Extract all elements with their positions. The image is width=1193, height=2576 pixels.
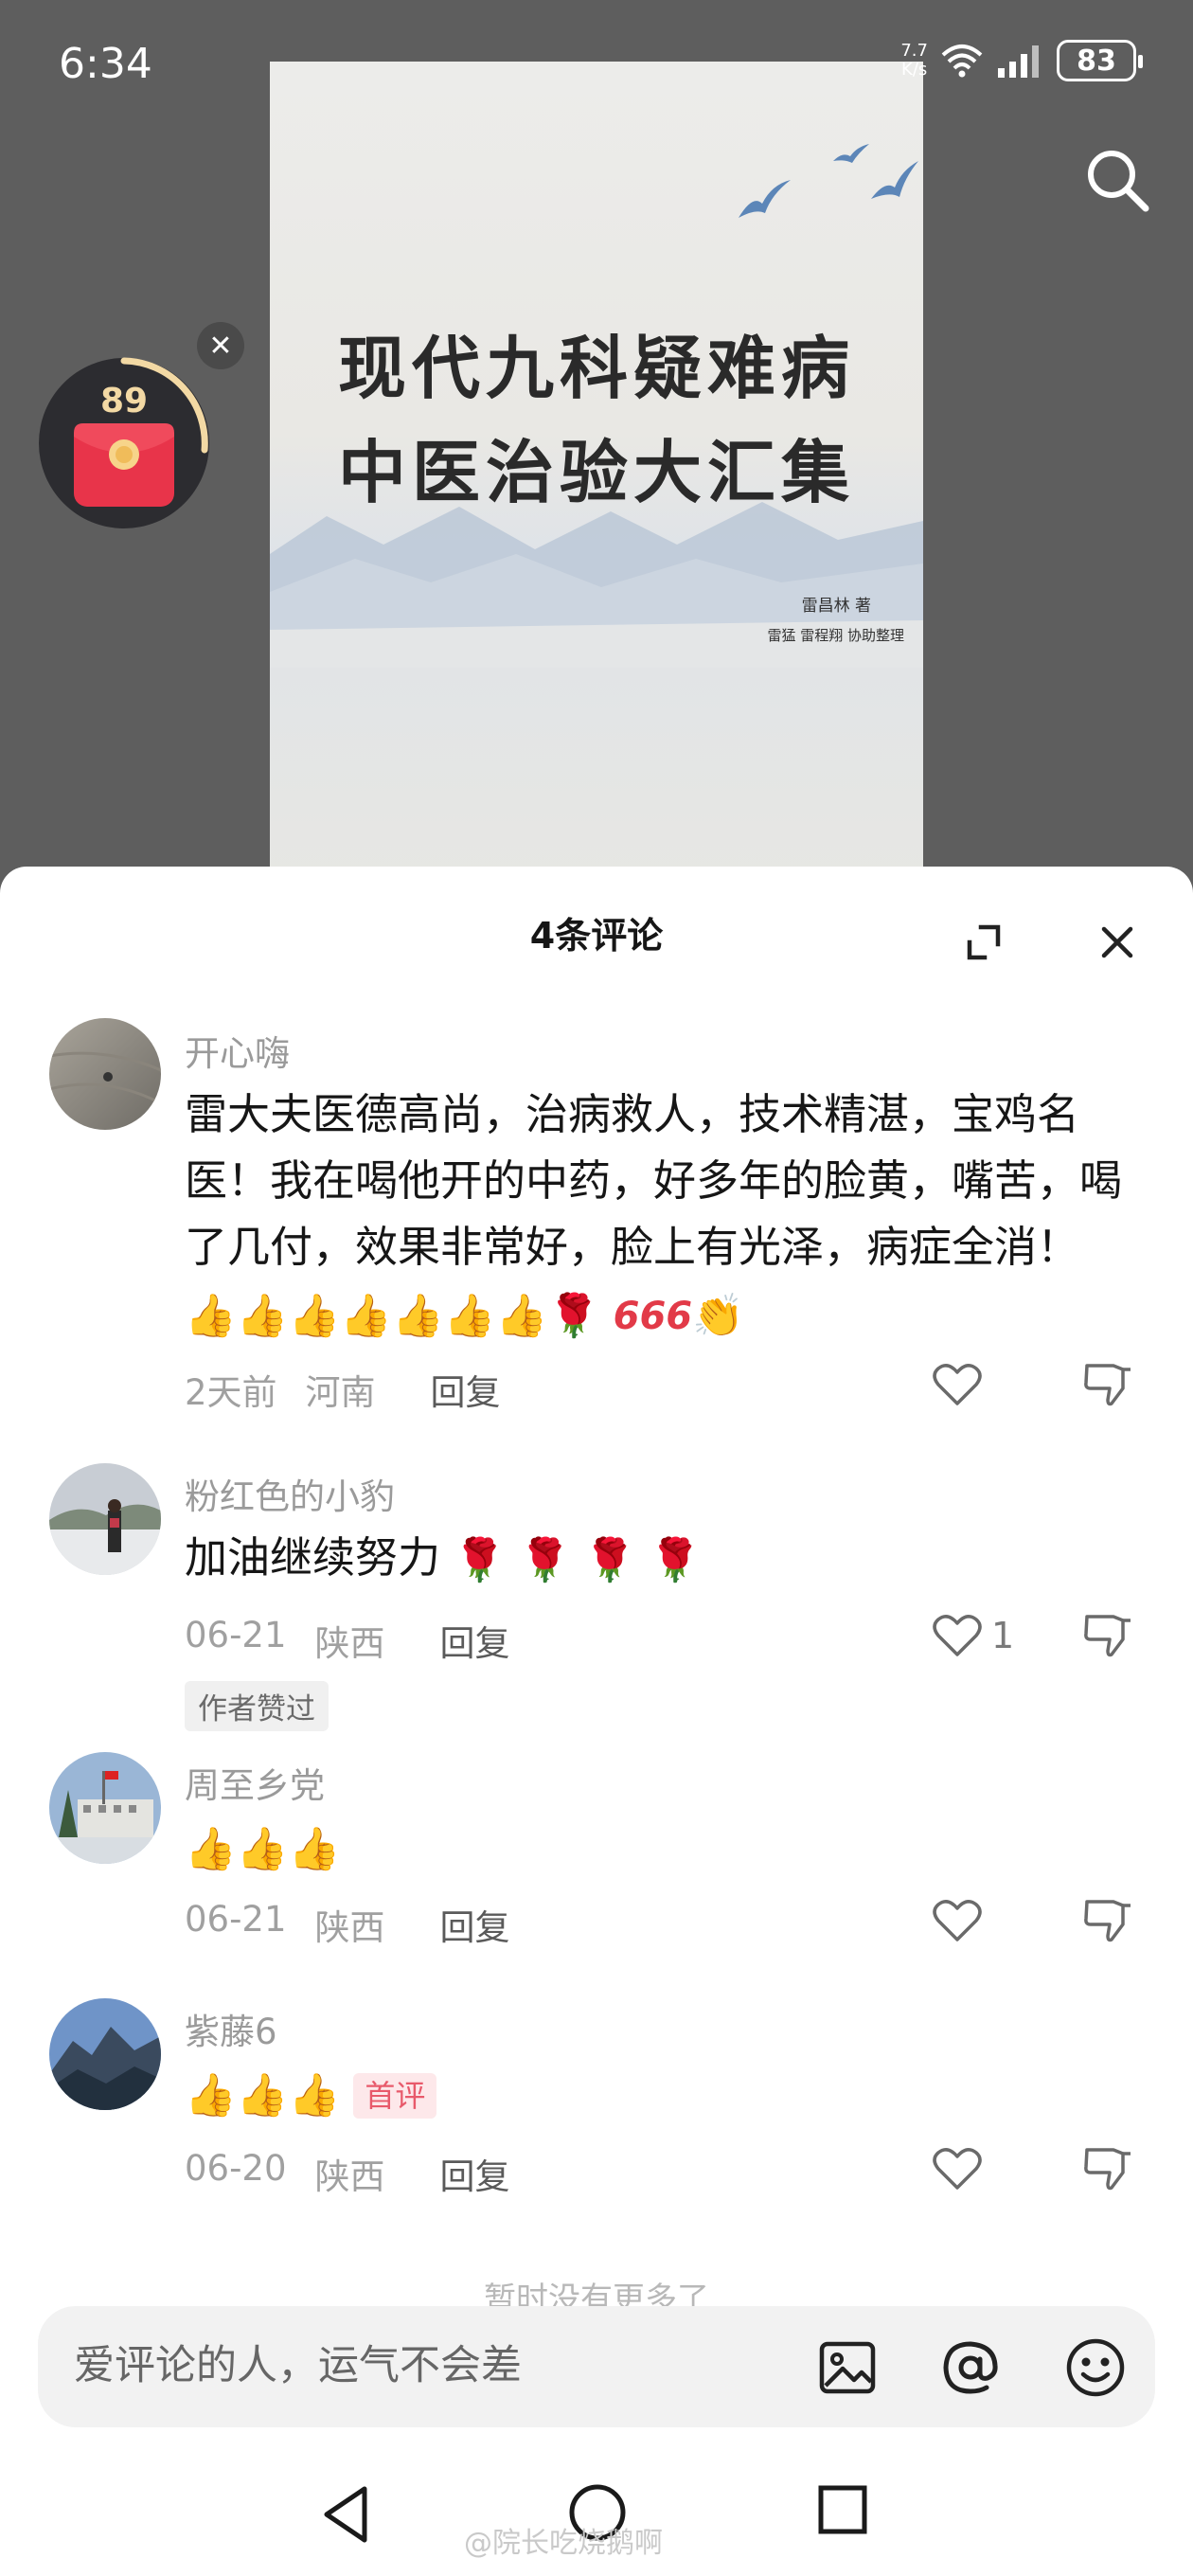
like-button[interactable]: [933, 2140, 1018, 2197]
reply-button[interactable]: 回复: [440, 2148, 510, 2199]
thumbs-down-icon[interactable]: [1079, 2140, 1136, 2197]
comment-location: 陕西: [314, 1907, 385, 1948]
user-avatar[interactable]: [49, 1463, 161, 1575]
reply-button[interactable]: 回复: [440, 1615, 510, 1666]
book-title-line1: 现代九科疑难病: [337, 328, 855, 408]
thumbs-up-emoji: 👍👍👍👍👍👍👍: [185, 1292, 548, 1340]
comment-username[interactable]: 紫藤6: [185, 2003, 277, 2054]
user-avatar[interactable]: [49, 1998, 161, 2110]
book-cover-image: 现代九科疑难病 中医治验大汇集 雷昌林 著 雷猛 雷程翔 协助整理: [270, 62, 923, 886]
comment-count-title: 4条评论: [529, 915, 664, 957]
comment-username[interactable]: 周至乡党: [185, 1757, 325, 1808]
like-count: 1: [991, 1615, 1015, 1656]
comment-meta: 06-21 陕西 回复: [185, 1615, 510, 1666]
at-icon[interactable]: [937, 2334, 1004, 2401]
book-author: 雷昌林 著: [801, 597, 871, 616]
battery-indicator: 83: [1057, 40, 1143, 81]
comment-meta: 06-20 陕西 回复: [185, 2148, 510, 2199]
comment-time: 06-21: [185, 1899, 287, 1940]
comment-meta: 2天前 河南 回复: [185, 1364, 501, 1415]
birds-illustration: [739, 144, 918, 218]
thumbs-up-emoji: 👍👍👍: [185, 2071, 341, 2120]
comment-location: 陕西: [314, 2156, 385, 2197]
thumbs-up-emoji: 👍👍👍: [185, 1825, 341, 1873]
comment-input-bar: [38, 2306, 1155, 2427]
author-liked-badge: 作者赞过: [185, 1681, 329, 1731]
user-avatar[interactable]: [49, 1018, 161, 1130]
weibo-watermark: @院长吃烧鹅啊: [464, 2527, 663, 2560]
sheet-header: 4条评论: [0, 867, 1193, 999]
back-icon[interactable]: [317, 2481, 374, 2548]
status-bar-right: 7.7 K/s 83: [900, 40, 1143, 81]
reply-button[interactable]: 回复: [440, 1899, 510, 1950]
rose-emoji: 🌹 🌹 🌹 🌹: [454, 1536, 702, 1584]
video-area[interactable]: 现代九科疑难病 中医治验大汇集 雷昌林 著 雷猛 雷程翔 协助整理 6:34 7…: [0, 0, 1193, 886]
red-packet-widget[interactable]: 89: [36, 355, 212, 531]
comment-meta: 06-21 陕西 回复: [185, 1899, 510, 1950]
image-icon[interactable]: [814, 2334, 881, 2401]
comment-time: 06-20: [185, 2148, 287, 2189]
comment-input[interactable]: [74, 2333, 812, 2399]
emoji-icon[interactable]: [1062, 2334, 1129, 2401]
heart-icon: [933, 1900, 982, 1941]
comment-location: 陕西: [314, 1623, 385, 1664]
reply-button[interactable]: 回复: [431, 1364, 501, 1415]
heart-icon: [933, 1615, 982, 1656]
status-time: 6:34: [59, 40, 152, 88]
wifi-icon: [941, 45, 983, 78]
comment-time: 06-21: [185, 1615, 287, 1655]
like-button[interactable]: [933, 1892, 1018, 1949]
book-editors: 雷猛 雷程翔 协助整理: [767, 627, 904, 644]
comment-text: 雷大夫医德高尚，治病救人，技术精湛，宝鸡名医！我在喝他开的中药，好多年的脸黄，嘴…: [185, 1089, 1123, 1340]
like-button[interactable]: 1: [933, 1607, 1018, 1664]
signal-icon: [998, 45, 1039, 78]
comment-text: 👍👍👍: [185, 1814, 1150, 1880]
network-speed: 7.7 K/s: [900, 41, 928, 80]
comment-location: 河南: [305, 1372, 376, 1413]
comment-username[interactable]: 粉红色的小豹: [185, 1468, 395, 1519]
widget-count: 89: [100, 382, 148, 420]
recent-apps-icon[interactable]: [816, 2483, 869, 2536]
thumbs-down-icon[interactable]: [1079, 1892, 1136, 1949]
comment-text: 👍👍👍 首评: [185, 2060, 1150, 2126]
thumbs-down-icon[interactable]: [1079, 1356, 1136, 1413]
user-avatar[interactable]: [49, 1752, 161, 1864]
comment-text: 加油继续努力 🌹 🌹 🌹 🌹: [185, 1532, 702, 1584]
first-comment-badge: 首评: [353, 2073, 437, 2119]
heart-icon: [933, 2148, 982, 2190]
search-icon[interactable]: [1079, 142, 1155, 218]
thumbs-down-icon[interactable]: [1079, 1607, 1136, 1664]
emoji-666: 666: [613, 1295, 693, 1338]
expand-icon[interactable]: [956, 914, 1013, 971]
clap-emoji: 👏: [692, 1292, 744, 1340]
like-button[interactable]: [933, 1356, 1018, 1413]
close-icon[interactable]: [1089, 914, 1146, 971]
heart-icon: [933, 1364, 982, 1405]
comment-username[interactable]: 开心嗨: [185, 1025, 290, 1076]
rose-emoji: 🌹: [547, 1292, 600, 1340]
comment-time: 2天前: [185, 1372, 277, 1413]
